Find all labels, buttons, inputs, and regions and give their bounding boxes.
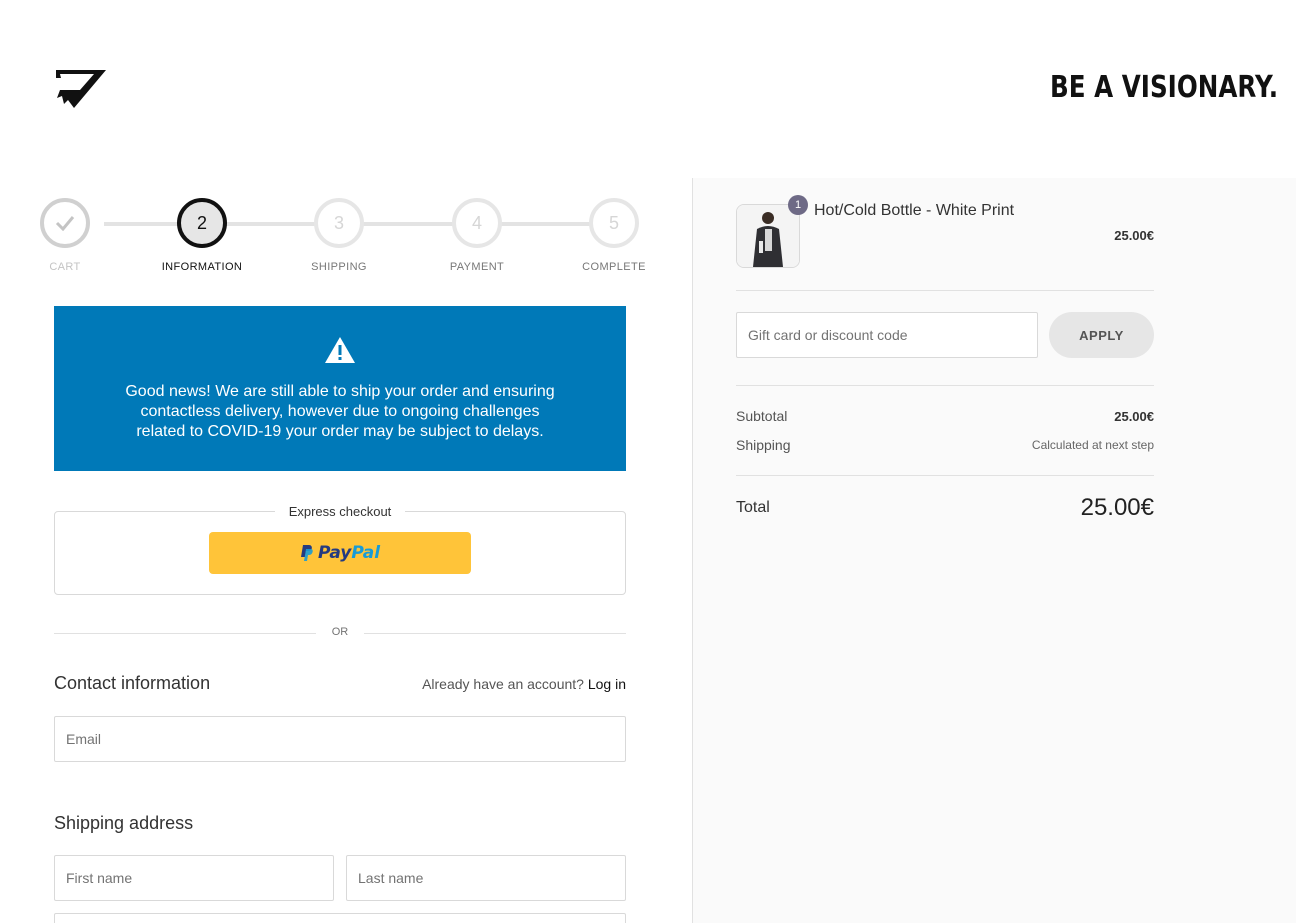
shipping-label: Shipping — [736, 437, 791, 453]
step-payment-label: PAYMENT — [449, 261, 505, 273]
step-shipping-circle: 3 — [314, 198, 364, 248]
product-name: Hot/Cold Bottle - White Print — [814, 202, 1015, 219]
contact-information-title: Contact information — [54, 673, 211, 693]
total-label: Total — [736, 499, 770, 516]
paypal-icon — [300, 545, 313, 561]
step-information-label: INFORMATION — [161, 261, 243, 273]
shipping-value: Calculated at next step — [1031, 438, 1154, 452]
checkout-page: BE A VISIONARY. 2 3 4 5 CART INFORMATION… — [0, 0, 1296, 923]
account-prompt: Already have an account? Log in — [422, 676, 626, 692]
discount-code-field[interactable] — [736, 312, 1038, 358]
express-checkout-title: Express checkout — [54, 503, 626, 521]
shark-logo-icon[interactable] — [54, 68, 108, 110]
apply-button[interactable]: APPLY — [1049, 312, 1154, 358]
step-payment-circle: 4 — [452, 198, 502, 248]
tagline: BE A VISIONARY. — [1049, 70, 1278, 105]
step-cart-circle[interactable] — [40, 198, 90, 248]
login-link[interactable]: Log in — [588, 676, 626, 692]
account-prompt-text: Already have an account? — [422, 676, 584, 692]
quantity-badge: 1 — [788, 195, 808, 215]
step-shipping-label: SHIPPING — [311, 261, 367, 273]
step-complete-circle: 5 — [589, 198, 639, 248]
step-cart-label[interactable]: CART — [5, 261, 125, 273]
paypal-button[interactable]: PayPal — [209, 532, 471, 574]
subtotal-value: 25.00€ — [1114, 409, 1154, 424]
warning-icon — [325, 337, 355, 363]
last-name-field[interactable] — [346, 855, 626, 901]
paypal-label-pal: Pal — [351, 543, 381, 563]
product-price: 25.00€ — [1114, 228, 1154, 243]
step-complete-label: COMPLETE — [582, 261, 646, 273]
subtotal-label: Subtotal — [736, 408, 788, 424]
checkout-steps: 2 3 4 5 CART INFORMATION SHIPPING PAYMEN… — [40, 198, 645, 278]
email-field[interactable] — [54, 716, 626, 762]
total-value: 25.00€ — [1080, 494, 1154, 521]
step-information-circle[interactable]: 2 — [177, 198, 227, 248]
or-divider: OR — [54, 624, 626, 644]
paypal-label-pay: Pay — [317, 543, 352, 563]
or-label: OR — [331, 626, 349, 638]
summary-divider — [736, 385, 1154, 386]
covid-notice-banner: Good news! We are still able to ship you… — [54, 306, 626, 471]
product-thumbnail — [736, 204, 800, 268]
shipping-address-title: Shipping address — [54, 813, 194, 833]
banner-message: Good news! We are still able to ship you… — [125, 383, 555, 440]
summary-divider — [736, 290, 1154, 291]
product-image — [737, 205, 799, 267]
summary-divider — [736, 475, 1154, 476]
address-field[interactable] — [54, 913, 626, 923]
first-name-field[interactable] — [54, 855, 334, 901]
check-icon — [55, 216, 75, 231]
